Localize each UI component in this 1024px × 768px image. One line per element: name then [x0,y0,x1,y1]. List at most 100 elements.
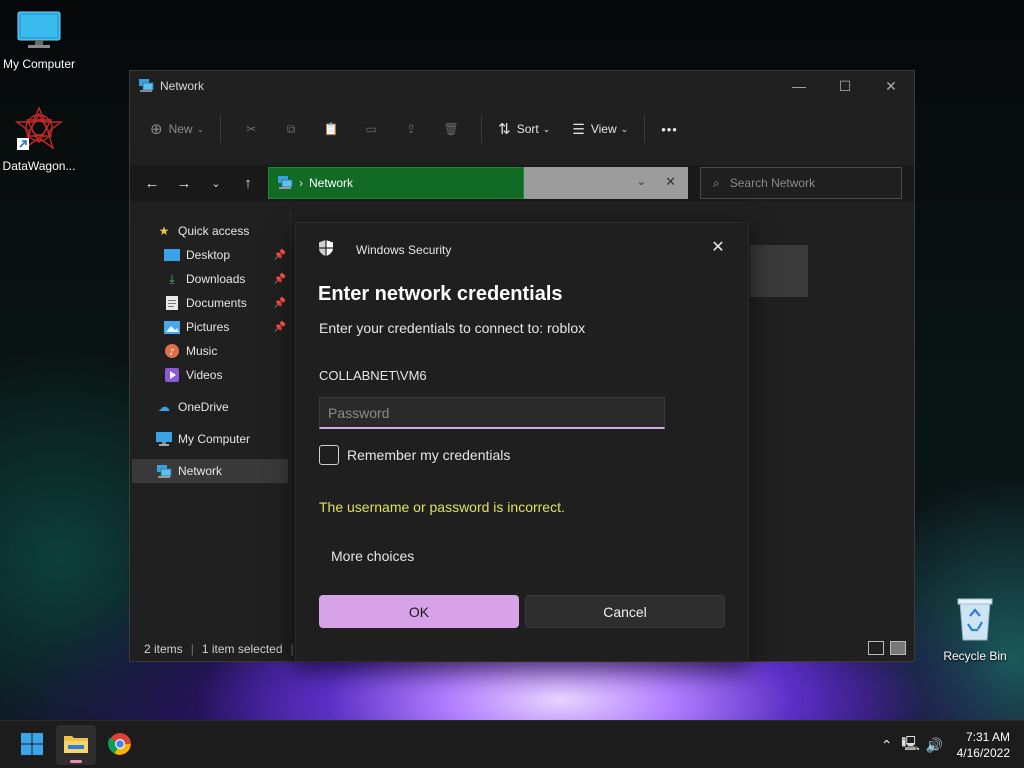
clock[interactable]: 7:31 AM 4/16/2022 [957,729,1010,761]
sidebar-item-label: OneDrive [178,400,229,414]
desktop-icon-recycle-bin[interactable]: Recycle Bin [932,596,1018,663]
rename-button[interactable]: ▭ [351,113,391,145]
remember-credentials-checkbox[interactable]: Remember my credentials [319,445,510,465]
sidebar-item-music[interactable]: ♪ Music [130,339,290,363]
sidebar-item-documents[interactable]: Documents 📌 [130,291,290,315]
desktop-icon-label: Recycle Bin [943,649,1007,663]
sidebar-item-label: Pictures [186,320,230,334]
command-bar: ⊕ New ⌄ ✂ ⧉ 📋 ▭ ⇪ 🗑 ⇅ Sort ⌄ ☰ View ⌄ ••… [130,107,914,151]
network-icon [277,174,293,193]
chevron-down-icon[interactable]: ⌄ [637,175,646,188]
search-box[interactable]: ⌕ Search Network [700,167,902,199]
monitor-icon [156,432,172,446]
pane-divider[interactable] [290,211,291,631]
cut-button[interactable]: ✂ [231,113,271,145]
checkbox-icon[interactable] [319,445,339,465]
taskbar: ⌃ 🖳 🔊 7:31 AM 4/16/2022 [0,720,1024,768]
password-field[interactable] [319,397,665,429]
star-icon: ★ [158,224,170,238]
view-label: View [590,122,617,136]
dialog-title: Enter network credentials [318,283,563,305]
share-button[interactable]: ⇪ [391,113,431,145]
status-divider: | [290,642,294,656]
taskbar-chrome[interactable] [100,725,140,765]
sidebar-item-network[interactable]: Network [132,459,288,483]
username-label: COLLABNET\VM6 [319,368,427,383]
dialog-close-button[interactable]: ✕ [702,231,734,263]
start-button[interactable] [12,725,52,765]
show-hidden-icons-chevron-icon[interactable]: ⌃ [875,737,899,754]
view-button[interactable]: ☰ View ⌄ [566,113,634,145]
sort-label: Sort [516,122,539,136]
cancel-button[interactable]: Cancel [525,595,725,628]
taskbar-file-explorer[interactable] [56,725,96,765]
more-options-button[interactable]: ••• [655,113,684,145]
view-list-icon: ☰ [572,120,585,137]
recent-locations-button[interactable]: ⌄ [200,167,232,199]
tiles-view-icon[interactable] [890,641,906,655]
selected-item-tile[interactable] [750,245,808,297]
sidebar-item-desktop[interactable]: Desktop 📌 [130,243,290,267]
sidebar-item-pictures[interactable]: Pictures 📌 [130,315,290,339]
delete-button[interactable]: 🗑 [431,113,471,145]
desktop-icon-my-computer[interactable]: My Computer [0,10,82,71]
sidebar-item-my-computer[interactable]: My Computer [130,427,290,451]
sort-button[interactable]: ⇅ Sort ⌄ [492,113,556,145]
clear-address-icon[interactable]: ✕ [665,174,676,190]
address-segment-label: Network [309,176,354,190]
arrow-left-icon: ← [144,174,160,192]
error-message: The username or password is incorrect. [319,499,565,515]
address-bar[interactable]: › Network ⌄ ✕ [268,167,688,199]
selection-count: 1 item selected [201,642,283,656]
network-icon [138,77,154,96]
recycle-bin-icon [955,596,995,645]
monitor-icon [16,10,62,53]
sidebar-item-downloads[interactable]: ⤓ Downloads 📌 [130,267,290,291]
sidebar-item-label: Desktop [186,248,231,262]
rename-icon: ▭ [365,122,377,136]
address-input-area[interactable]: ⌄ ✕ [524,167,688,199]
picture-icon [164,320,180,334]
clock-date: 4/16/2022 [956,746,1010,760]
chevron-down-icon: ⌄ [542,123,551,134]
new-button[interactable]: ⊕ New ⌄ [144,113,210,145]
sidebar-item-quick-access[interactable]: ★ Quick access [130,219,290,243]
chevron-down-icon: ⌄ [211,177,221,190]
sidebar-item-onedrive[interactable]: ☁ OneDrive [130,395,290,419]
window-controls: — ☐ ✕ [776,71,914,101]
forward-button[interactable]: → [168,167,200,199]
dialog-header: Windows Security [318,239,451,260]
back-button[interactable]: ← [136,167,168,199]
active-app-indicator [70,760,82,763]
paste-button[interactable]: 📋 [311,113,351,145]
maximize-button[interactable]: ☐ [822,71,868,101]
sidebar-item-videos[interactable]: Videos [130,363,290,387]
share-icon: ⇪ [406,122,417,136]
more-choices-link[interactable]: More choices [331,548,414,564]
pin-icon: 📌 [273,273,286,285]
desktop-icon-datawagon[interactable]: DataWagon... [0,106,82,173]
chevron-down-icon: ⌄ [620,123,629,134]
plus-circle-icon: ⊕ [150,121,163,138]
copy-button[interactable]: ⧉ [271,113,311,145]
minimize-button[interactable]: — [776,71,822,101]
pin-icon: 📌 [273,297,286,309]
address-segment[interactable]: › Network [268,167,524,199]
volume-icon[interactable]: 🔊 [923,737,947,754]
close-window-button[interactable]: ✕ [868,71,914,101]
download-arrow-icon: ⤓ [169,271,175,286]
pin-icon: 📌 [273,321,286,333]
toolbar-divider [220,115,222,143]
ok-button[interactable]: OK [319,595,519,628]
sidebar-item-label: Music [186,344,218,358]
svg-text:♪: ♪ [169,348,175,358]
details-view-icon[interactable] [868,641,884,655]
chrome-icon [108,732,132,759]
toolbar-divider [644,115,646,143]
ellipsis-icon: ••• [661,121,678,137]
network-status-icon[interactable]: 🖳 [899,733,923,757]
desktop-icon-label: DataWagon... [2,159,76,173]
sidebar-item-label: Documents [186,296,247,310]
navigation-pane: ★ Quick access Desktop 📌 ⤓ Downloads 📌 D… [130,211,290,631]
up-button[interactable]: ↑ [232,167,264,199]
